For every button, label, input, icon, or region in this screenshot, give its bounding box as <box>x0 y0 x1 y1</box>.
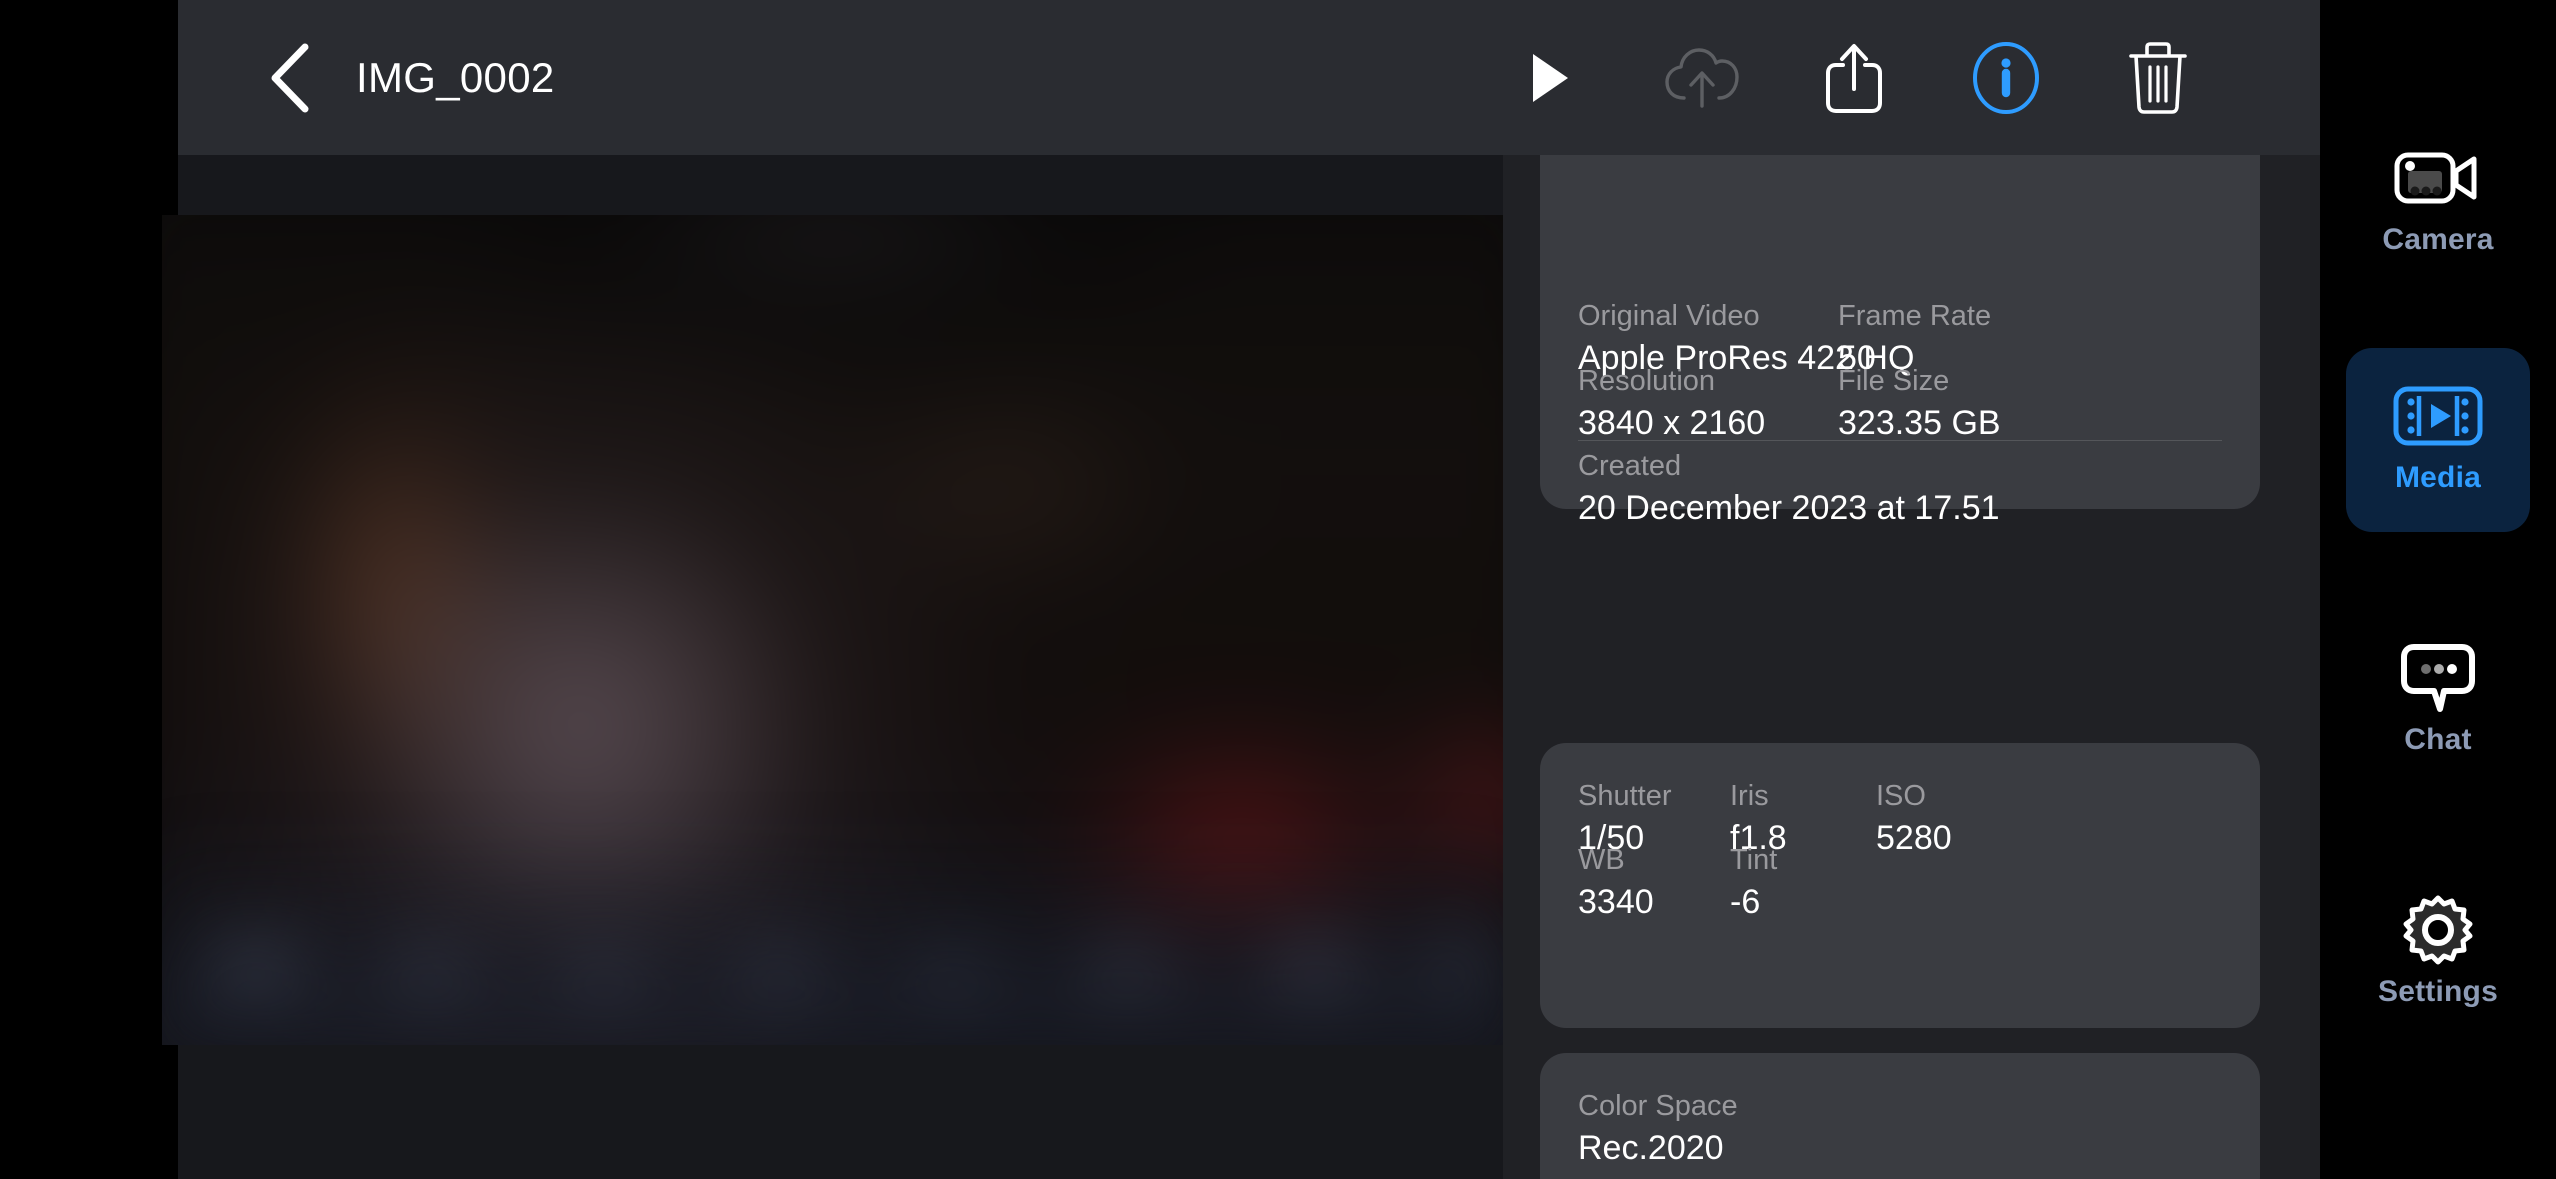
info-button[interactable] <box>1964 36 2048 120</box>
video-camera-icon <box>2394 147 2482 209</box>
metadata-panel[interactable]: Original Video Apple ProRes 422 HQ Frame… <box>1503 155 2320 1179</box>
field-label: Frame Rate <box>1838 300 1992 332</box>
field-label: WB <box>1578 844 1625 876</box>
metadata-card: Original Video Apple ProRes 422 HQ Frame… <box>1540 155 2260 527</box>
right-sidebar: Camera Media Chat Settings <box>2320 0 2556 1179</box>
field-value: 5280 <box>1876 819 1952 857</box>
exposure-card: Shutter 1/50 Iris f1.8 ISO 5280 WB 3340 … <box>1540 743 2260 1028</box>
sidebar-item-chat[interactable]: Chat <box>2346 610 2530 794</box>
cloud-upload-icon <box>1664 46 1740 110</box>
field-label: Resolution <box>1578 365 1716 397</box>
field-value: -6 <box>1730 883 1761 921</box>
field-tint: Tint -6 <box>1730 843 1777 922</box>
field-value: Rec.2020 <box>1578 1129 1724 1167</box>
sidebar-item-settings[interactable]: Settings <box>2346 862 2530 1046</box>
field-label: ISO <box>1876 780 1926 812</box>
field-file-size: File Size 323.35 GB <box>1838 364 2001 443</box>
sidebar-item-media[interactable]: Media <box>2346 348 2530 532</box>
chat-bubble-icon <box>2400 644 2476 712</box>
video-frame-lights <box>162 845 1503 1045</box>
field-iso: ISO 5280 <box>1876 779 1952 858</box>
gear-icon <box>2403 895 2473 965</box>
back-button[interactable] <box>248 36 332 120</box>
sidebar-item-label: Chat <box>2404 723 2472 756</box>
share-icon <box>1823 41 1885 115</box>
app-root: IMG_0002 Original Video Apple ProRes 422… <box>0 0 2556 1179</box>
field-label: Created <box>1578 450 1682 482</box>
film-play-icon <box>2393 385 2483 447</box>
preview-stage <box>162 155 1503 1179</box>
field-label: Iris <box>1730 780 1769 812</box>
field-wb: WB 3340 <box>1578 843 1654 922</box>
header-bar: IMG_0002 <box>178 0 2320 155</box>
share-button[interactable] <box>1812 36 1896 120</box>
page-title: IMG_0002 <box>356 54 555 101</box>
sidebar-item-label: Camera <box>2382 223 2494 256</box>
info-circle-icon <box>1971 40 2041 116</box>
cloud-upload-button[interactable] <box>1660 36 1744 120</box>
header-toolbar <box>1508 0 2200 155</box>
field-value: 20 December 2023 at 17.51 <box>1578 489 2000 527</box>
field-label: Color Space <box>1578 1090 1738 1122</box>
field-resolution: Resolution 3840 x 2160 <box>1578 364 1765 443</box>
card-divider <box>1578 440 2222 441</box>
left-gutter <box>0 0 178 1179</box>
play-icon <box>1528 51 1572 105</box>
color-space-card: Color Space Rec.2020 <box>1540 1053 2260 1179</box>
sidebar-item-label: Settings <box>2378 975 2498 1008</box>
field-created: Created 20 December 2023 at 17.51 <box>1578 449 2000 528</box>
field-label: File Size <box>1838 365 1950 397</box>
video-preview[interactable] <box>162 215 1503 1045</box>
field-color-space: Color Space Rec.2020 <box>1578 1089 1738 1168</box>
trash-icon <box>2127 41 2189 115</box>
play-button[interactable] <box>1508 36 1592 120</box>
field-label: Tint <box>1730 844 1778 876</box>
field-value: 323.35 GB <box>1838 404 2001 442</box>
sidebar-item-camera[interactable]: Camera <box>2346 110 2530 294</box>
field-label: Shutter <box>1578 780 1672 812</box>
delete-button[interactable] <box>2116 36 2200 120</box>
sidebar-item-label: Media <box>2394 461 2482 494</box>
field-value: 3340 <box>1578 883 1654 921</box>
chevron-left-icon <box>265 41 315 115</box>
field-value: 3840 x 2160 <box>1578 404 1766 442</box>
